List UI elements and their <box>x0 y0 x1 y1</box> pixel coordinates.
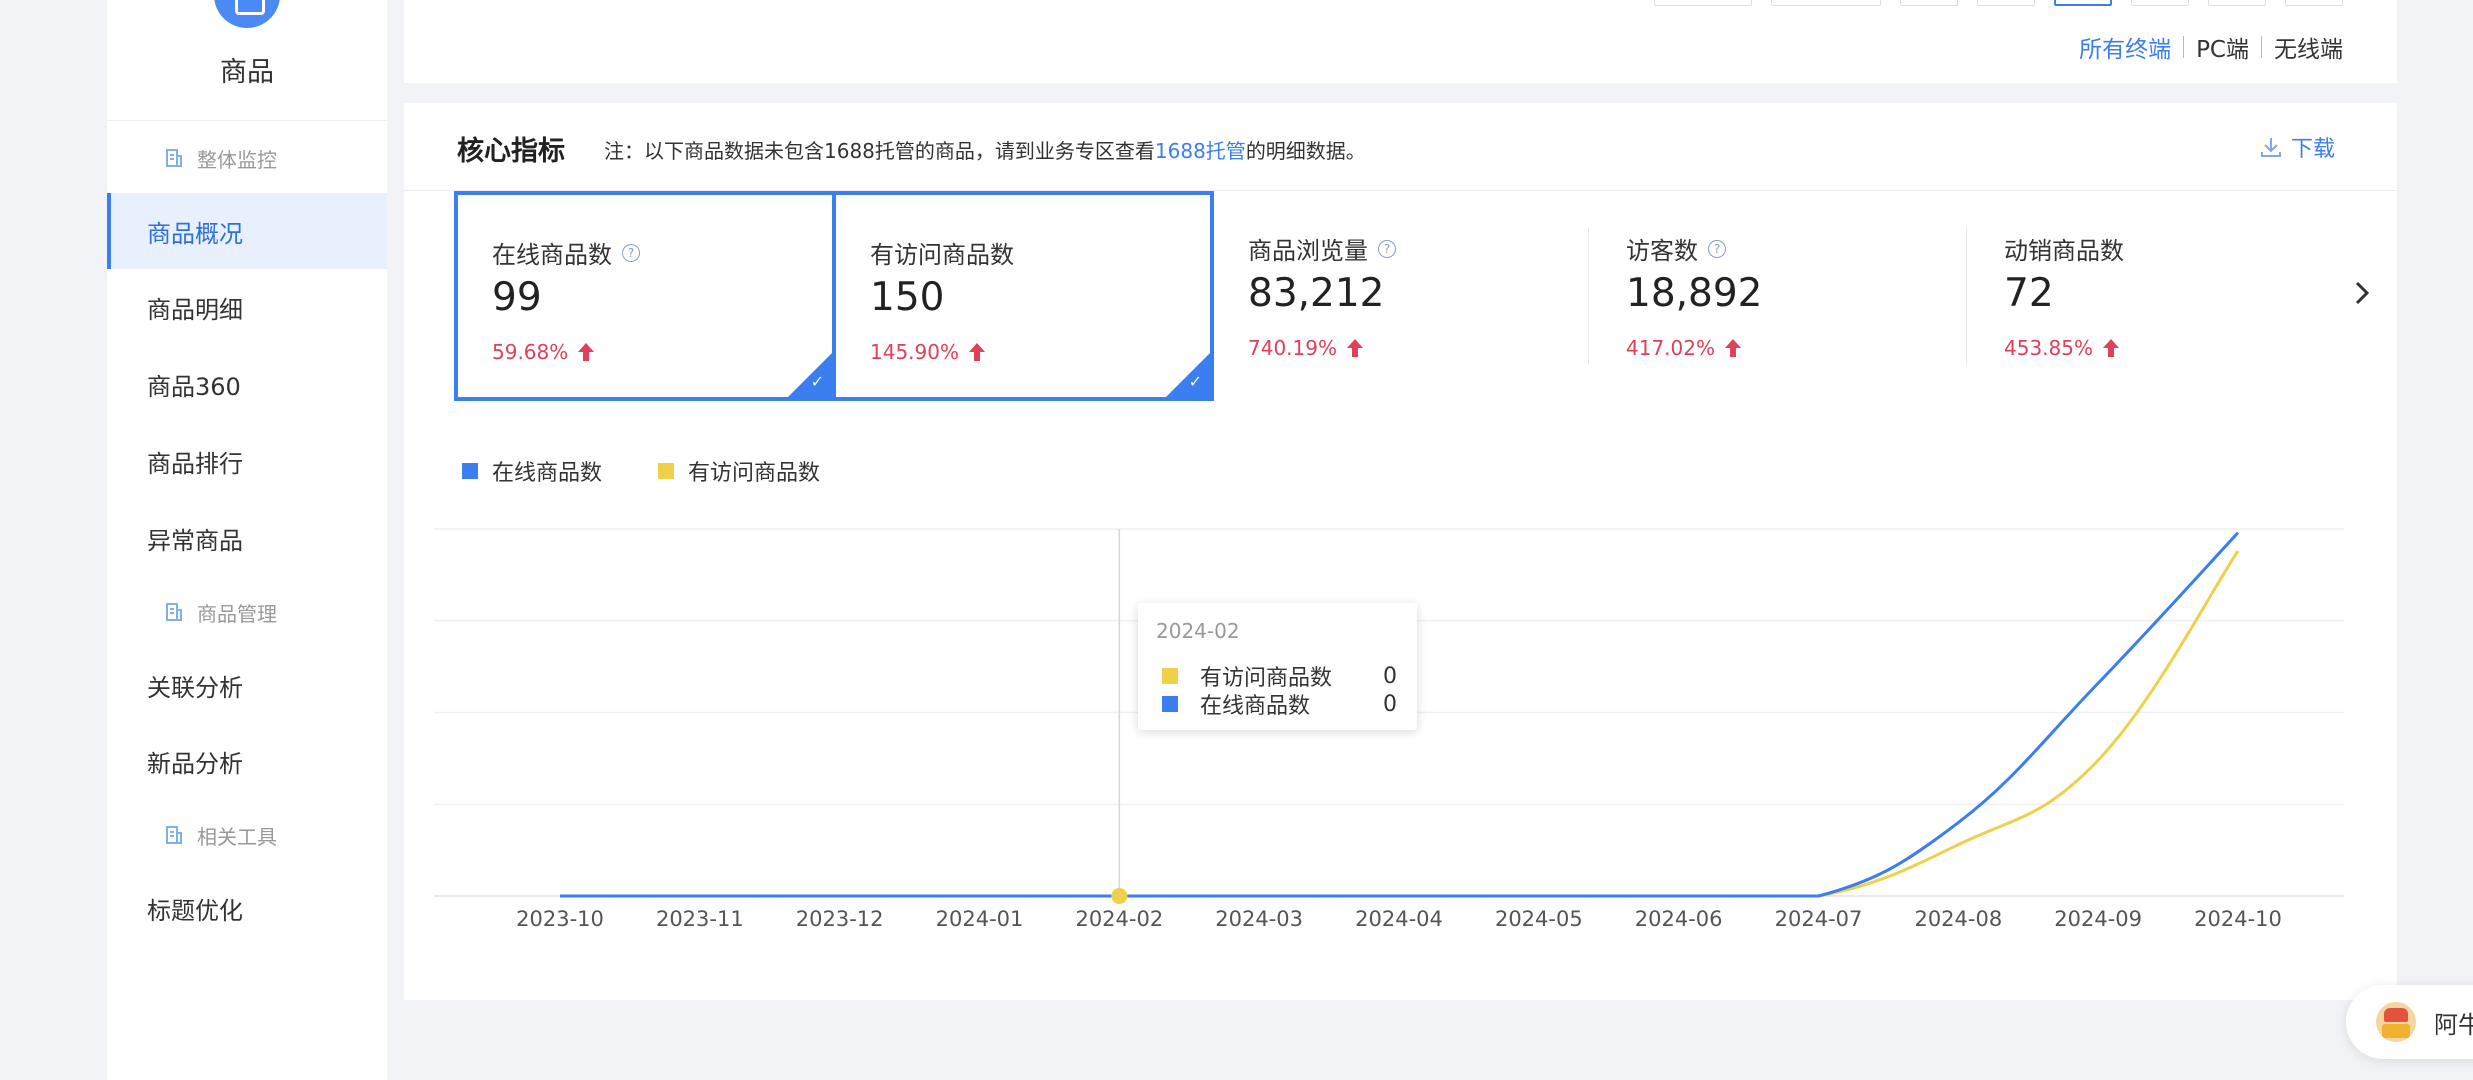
date-button[interactable] <box>2131 0 2189 6</box>
legend-online[interactable]: 在线商品数 <box>462 455 602 487</box>
legend-visited[interactable]: 有访问商品数 <box>658 455 820 487</box>
tooltip-row-value: 0 <box>1383 691 1397 717</box>
divider <box>2261 36 2262 58</box>
tooltip-row-name: 在线商品数 <box>1200 694 1311 719</box>
goods-logo-icon <box>214 0 280 28</box>
x-tick-label: 2023-11 <box>656 907 744 931</box>
sidebar-item-association[interactable]: 关联分析 <box>107 647 387 723</box>
x-tick-label: 2024-06 <box>1635 907 1723 931</box>
tooltip-swatch <box>1162 696 1178 712</box>
x-tick-label: 2023-10 <box>516 907 604 931</box>
building-icon <box>165 148 183 168</box>
sidebar-group-label: 相关工具 <box>197 824 277 849</box>
building-icon <box>165 825 183 845</box>
sidebar-item-label: 商品排行 <box>147 449 243 478</box>
sidebar-item-new-goods[interactable]: 新品分析 <box>107 723 387 799</box>
trend-chart: 2023-10 2023-11 2023-12 2024-01 2024-02 2024-… <box>434 528 2344 931</box>
x-tick-label: 2024-04 <box>1355 907 1443 931</box>
filter-card: 所有终端 PC端 无线端 <box>404 0 2397 83</box>
terminal-all[interactable]: 所有终端 <box>2079 30 2171 64</box>
x-tick-label: 2024-01 <box>936 907 1024 931</box>
x-tick-label: 2024-02 <box>1075 907 1163 931</box>
chart-legend: 在线商品数 有访问商品数 <box>462 455 876 487</box>
legend-swatch <box>658 463 675 479</box>
tooltip-row-value: 0 <box>1383 663 1397 689</box>
building-icon <box>165 602 183 622</box>
sidebar-item-360[interactable]: 商品360 <box>107 346 387 422</box>
x-tick-label: 2024-08 <box>1914 907 2002 931</box>
x-tick-label: 2024-03 <box>1215 907 1303 931</box>
sidebar-group-tools: 相关工具 <box>107 815 387 855</box>
core-metrics-card: 核心指标 注：以下商品数据未包含1688托管的商品，请到业务专区查看1688托管… <box>404 103 2397 1000</box>
terminal-wireless[interactable]: 无线端 <box>2274 30 2343 64</box>
tooltip-swatch <box>1162 668 1178 684</box>
date-button[interactable] <box>2285 0 2343 6</box>
sidebar-group-monitor: 整体监控 <box>107 138 387 178</box>
sidebar-group-manage: 商品管理 <box>107 592 387 632</box>
date-button[interactable] <box>1771 0 1881 6</box>
sidebar-item-label: 关联分析 <box>147 673 243 702</box>
date-button-selected[interactable] <box>2054 0 2112 6</box>
date-button[interactable] <box>1654 0 1752 6</box>
assistant-avatar <box>2376 1002 2416 1042</box>
x-tick-label: 2024-09 <box>2054 907 2142 931</box>
sidebar-item-abnormal[interactable]: 异常商品 <box>107 500 387 576</box>
legend-swatch <box>462 463 478 479</box>
tooltip-title: 2024-02 <box>1156 619 1240 643</box>
date-button[interactable] <box>1900 0 1958 6</box>
date-button[interactable] <box>1977 0 2035 6</box>
sidebar-item-label: 异常商品 <box>147 526 243 555</box>
sidebar-group-label: 整体监控 <box>197 147 277 172</box>
date-button[interactable] <box>2208 0 2266 6</box>
sidebar-item-title-optimize[interactable]: 标题优化 <box>107 870 387 946</box>
assistant-name: 阿牛 <box>2434 1010 2473 1039</box>
tooltip-row: 在线商品数 0 <box>1162 688 1397 720</box>
x-tick-label: 2024-07 <box>1775 907 1863 931</box>
sidebar-item-overview[interactable]: 商品概况 <box>107 193 387 269</box>
assistant-widget[interactable]: 阿牛 <box>2346 985 2473 1059</box>
sidebar-item-label: 商品360 <box>147 372 241 401</box>
chart-tooltip: 2024-02 有访问商品数 0 在线商品数 0 <box>1138 603 1417 730</box>
legend-label: 有访问商品数 <box>688 461 821 486</box>
legend-label: 在线商品数 <box>492 461 603 486</box>
x-tick-label: 2024-10 <box>2194 907 2282 931</box>
divider <box>2183 36 2185 58</box>
sidebar-item-detail[interactable]: 商品明细 <box>107 269 387 345</box>
terminal-pc[interactable]: PC端 <box>2196 30 2249 64</box>
x-tick-label: 2024-05 <box>1495 907 1583 931</box>
sidebar-item-label: 商品概况 <box>147 219 243 248</box>
hover-point <box>1111 888 1128 904</box>
sidebar-item-label: 新品分析 <box>147 749 243 778</box>
terminal-switch: 所有终端 PC端 无线端 <box>2079 30 2343 64</box>
sidebar-item-ranking[interactable]: 商品排行 <box>107 423 387 499</box>
sidebar-header: 商品 <box>107 0 387 121</box>
x-tick-label: 2023-12 <box>796 907 884 931</box>
sidebar-item-label: 商品明细 <box>147 295 243 324</box>
sidebar-title: 商品 <box>220 57 274 88</box>
sidebar-item-label: 标题优化 <box>147 896 243 925</box>
sidebar-group-label: 商品管理 <box>197 601 277 626</box>
sidebar: 商品 整体监控 商品概况 商品明细 商品360 商品排行 异常商品 商品管理 关… <box>107 0 387 1080</box>
